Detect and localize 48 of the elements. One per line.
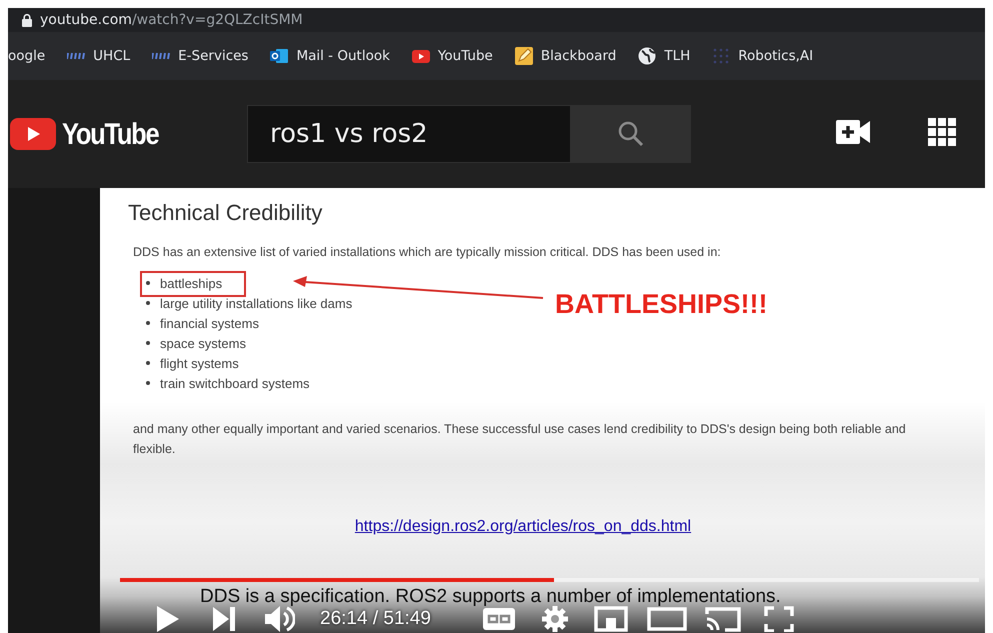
progress-bar[interactable] [120, 578, 979, 582]
bullet-icon [146, 281, 150, 285]
play-icon [157, 606, 179, 632]
fullscreen-icon [764, 606, 794, 632]
bookmark-label[interactable]: UHCL [93, 46, 130, 66]
bullet-icon [146, 361, 150, 365]
slide-text: DDS has an extensive list of varied installations which are typically mission critical. DDS has been used in: [133, 244, 722, 261]
lock-icon [22, 14, 32, 26]
mail-icon [270, 48, 288, 64]
video-camera-plus-icon[interactable] [836, 120, 870, 144]
uhcl-logo-icon [152, 52, 170, 60]
settings-icon [542, 606, 568, 632]
bookmark-label[interactable]: YouTube [438, 46, 493, 66]
slide-paragraph: and many other equally important and varied scenarios. These successful use cases lend credibility to DDS's design being both reliable and flexible. [133, 420, 907, 458]
list-item: battleships [140, 271, 246, 296]
callout-text: BATTLESHIPS!!! [555, 288, 768, 321]
link[interactable]: https://design.ros2.org/articles/ros_on_dds.html [354, 514, 692, 539]
time-display: 26:14 / 51:49 [320, 606, 431, 631]
next-icon [213, 607, 235, 631]
miniplayer-icon [594, 606, 628, 632]
volume-icon [265, 606, 295, 632]
bullet-icon [146, 341, 150, 345]
apps-grid-icon[interactable] [928, 118, 956, 146]
bookmark-label[interactable]: Mail - Outlook [296, 46, 390, 66]
bookmark-label[interactable]: Robotics,AI [738, 46, 814, 66]
address-bar[interactable]: youtube.com/watch?v=g2QLZcItSMM [40, 10, 303, 30]
subtitles-icon [482, 608, 515, 630]
pencil-icon [514, 47, 533, 65]
bullet-icon [146, 321, 150, 325]
youtube-logo[interactable]: YouTube [62, 112, 158, 156]
bookmark-label[interactable]: E-Services [178, 46, 248, 66]
search-field[interactable]: ros1 vs ros2 [247, 105, 571, 163]
bookmark-label[interactable]: TLH [664, 46, 690, 66]
search-button[interactable] [571, 105, 691, 163]
play-logo-icon [412, 50, 430, 62]
uhcl-logo-icon [67, 52, 86, 60]
dots-icon [712, 47, 730, 65]
slide-title: Technical Credibility [128, 199, 324, 227]
bookmark-label[interactable]: Blackboard [540, 46, 616, 66]
youtube-logo-icon[interactable] [10, 118, 56, 150]
cast-icon [704, 606, 741, 632]
bullet-icon [146, 301, 150, 305]
caption-text: DDS is a specification. ROS2 supports a number of implementations. [200, 585, 781, 609]
theater-icon [646, 607, 687, 631]
search-icon [617, 120, 645, 148]
bullet-icon [146, 381, 150, 385]
globe-icon [638, 47, 656, 65]
bookmark[interactable]: oogle [8, 46, 46, 66]
